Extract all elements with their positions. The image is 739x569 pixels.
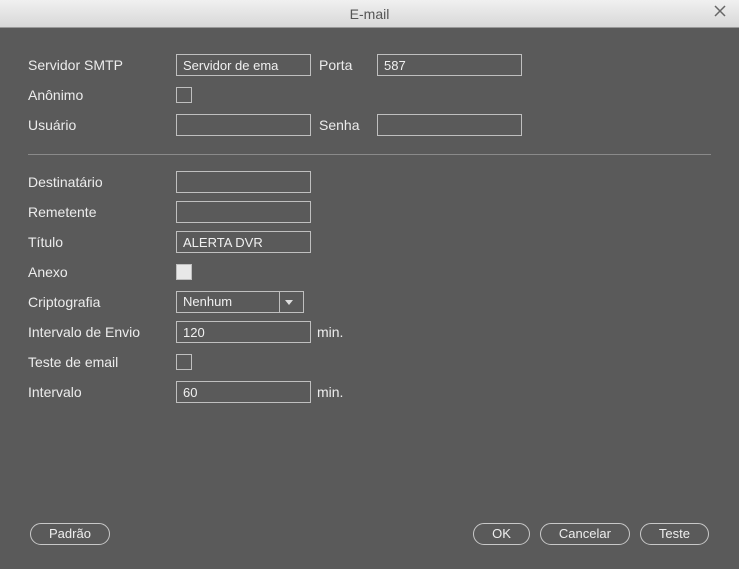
attachment-checkbox[interactable] (176, 264, 192, 280)
divider (28, 154, 711, 155)
password-label: Senha (319, 117, 377, 133)
encryption-select[interactable]: Nenhum (176, 291, 304, 313)
default-button[interactable]: Padrão (30, 523, 110, 545)
send-interval-input[interactable] (176, 321, 311, 343)
test-button[interactable]: Teste (640, 523, 709, 545)
footer: Padrão OK Cancelar Teste (0, 523, 739, 545)
email-test-label: Teste de email (28, 354, 176, 370)
recipient-label: Destinatário (28, 174, 176, 190)
recipient-input[interactable] (176, 171, 311, 193)
close-button[interactable] (711, 4, 729, 22)
interval-input[interactable] (176, 381, 311, 403)
interval-label: Intervalo (28, 384, 176, 400)
send-interval-label: Intervalo de Envio (28, 324, 176, 340)
password-input[interactable] (377, 114, 522, 136)
chevron-down-icon (279, 292, 297, 312)
user-input[interactable] (176, 114, 311, 136)
title-input[interactable] (176, 231, 311, 253)
sender-input[interactable] (176, 201, 311, 223)
encryption-value: Nenhum (183, 292, 232, 312)
smtp-server-input[interactable] (176, 54, 311, 76)
encryption-label: Criptografia (28, 294, 176, 310)
anonymous-checkbox[interactable] (176, 87, 192, 103)
window-title: E-mail (350, 6, 390, 22)
email-settings-window: E-mail Servidor SMTP Porta Anônimo Usuár… (0, 0, 739, 569)
interval-unit: min. (317, 384, 343, 400)
email-test-checkbox[interactable] (176, 354, 192, 370)
send-interval-unit: min. (317, 324, 343, 340)
port-input[interactable] (377, 54, 522, 76)
sender-label: Remetente (28, 204, 176, 220)
attachment-label: Anexo (28, 264, 176, 280)
close-icon (714, 5, 726, 17)
user-label: Usuário (28, 117, 176, 133)
port-label: Porta (319, 57, 377, 73)
titlebar: E-mail (0, 0, 739, 28)
anonymous-label: Anônimo (28, 87, 176, 103)
title-label: Título (28, 234, 176, 250)
cancel-button[interactable]: Cancelar (540, 523, 630, 545)
ok-button[interactable]: OK (473, 523, 530, 545)
smtp-server-label: Servidor SMTP (28, 57, 176, 73)
